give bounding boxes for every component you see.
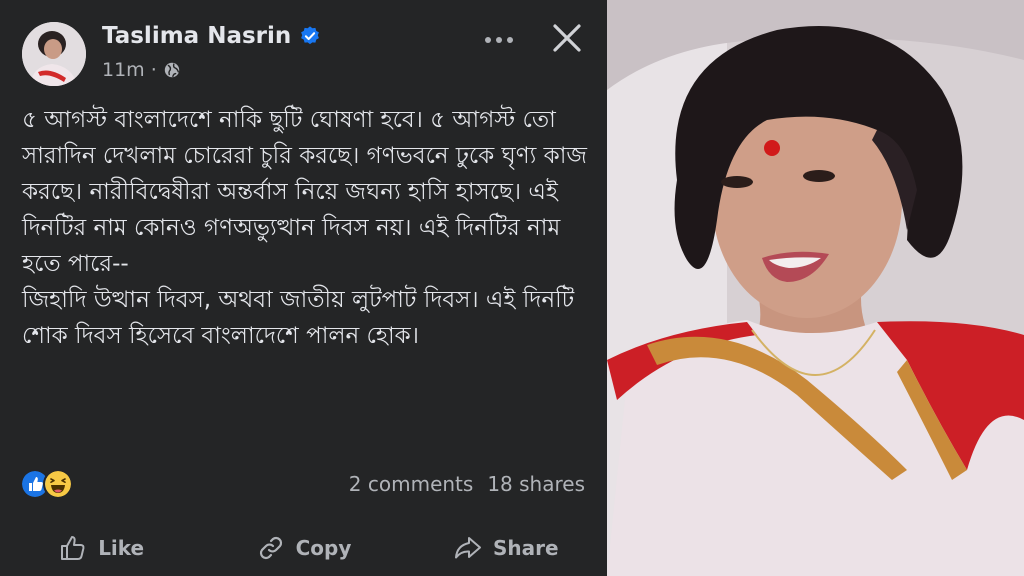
comments-count[interactable]: 2 comments: [349, 472, 474, 496]
post-meta: 11m ·: [102, 59, 181, 81]
copy-label: Copy: [295, 536, 352, 560]
screenshot-root: Taslima Nasrin 11m · ৫ আগস্ট বাংলাদেশে ন…: [0, 0, 1024, 576]
close-icon[interactable]: [549, 20, 585, 56]
post-panel: Taslima Nasrin 11m · ৫ আগস্ট বাংলাদেশে ন…: [0, 0, 607, 576]
author-name[interactable]: Taslima Nasrin: [102, 23, 291, 49]
meta-separator: ·: [150, 59, 157, 81]
haha-reaction-icon: [43, 469, 73, 499]
globe-icon: [164, 62, 179, 78]
action-bar: Like Copy Share: [0, 525, 607, 571]
verified-badge-icon: [301, 26, 320, 45]
shares-count[interactable]: 18 shares: [487, 472, 585, 496]
share-button[interactable]: Share: [405, 525, 607, 571]
author-row: Taslima Nasrin: [102, 23, 321, 49]
link-icon: [259, 536, 282, 560]
avatar[interactable]: [22, 22, 86, 86]
post-header: Taslima Nasrin 11m ·: [22, 20, 585, 92]
thumbs-up-icon: [61, 536, 85, 560]
copy-button[interactable]: Copy: [202, 525, 404, 571]
share-label: Share: [493, 536, 559, 560]
portrait-illustration: [607, 0, 1024, 576]
more-options-icon[interactable]: [481, 26, 517, 54]
portrait-photo: [607, 0, 1024, 576]
post-time[interactable]: 11m: [102, 59, 145, 81]
engagement-counts: 2 comments 18 shares: [349, 472, 585, 496]
reaction-icons[interactable]: [20, 469, 73, 499]
like-button[interactable]: Like: [0, 525, 202, 571]
post-body-text: ৫ আগস্ট বাংলাদেশে নাকি ছুটি ঘোষণা হবে। ৫…: [22, 107, 587, 349]
share-arrow-icon: [455, 537, 482, 559]
like-label: Like: [98, 536, 145, 560]
